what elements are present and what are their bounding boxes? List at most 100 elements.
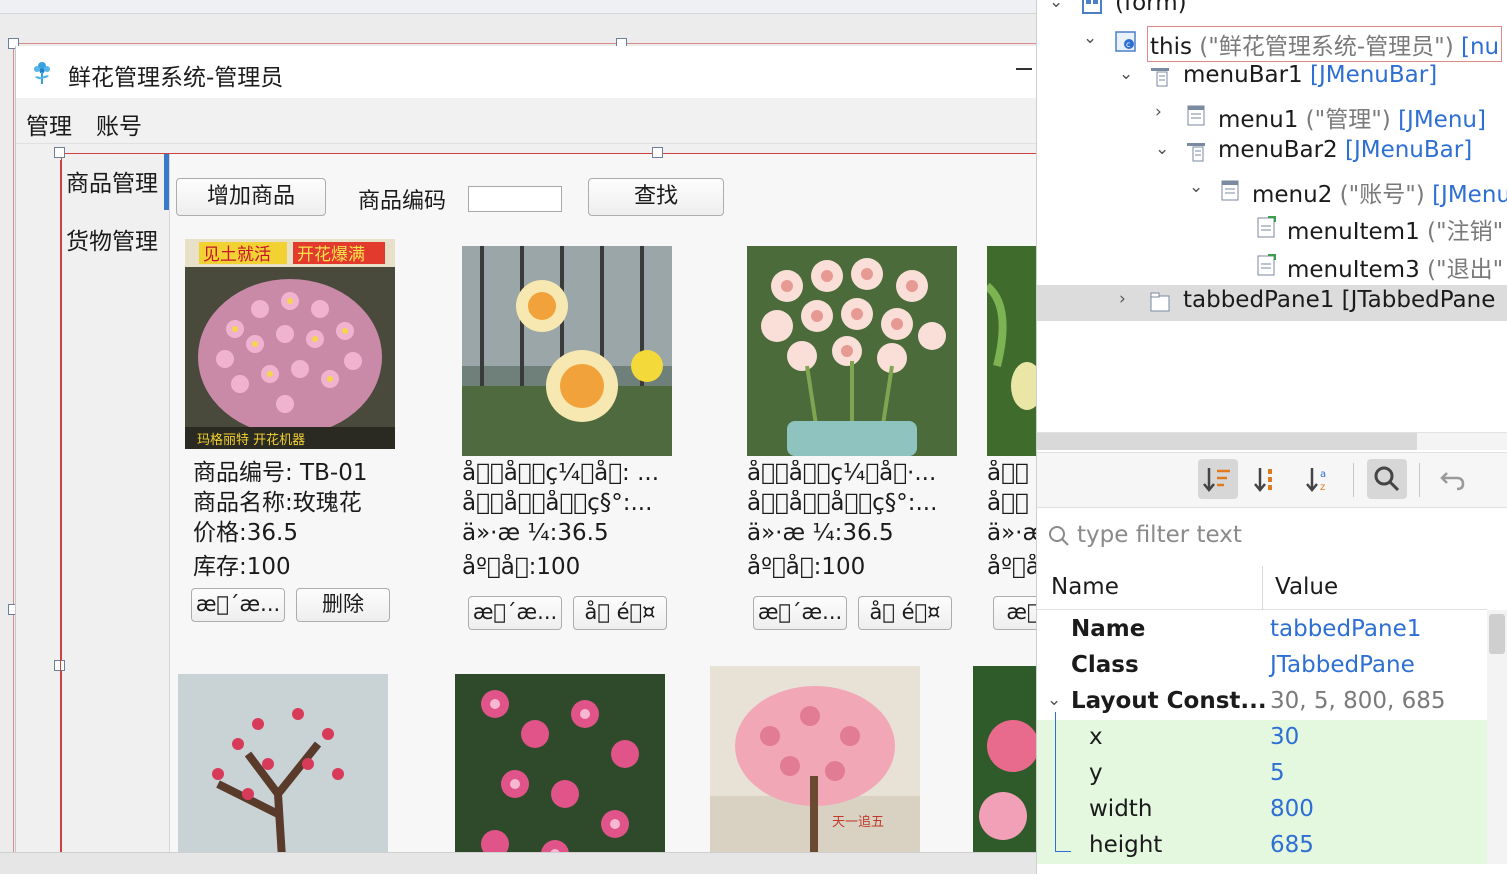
app-window: 鲜花管理系统-管理员 管理 账号 商品管理 货物管理 增加商品 商品编码 查找 … bbox=[15, 46, 1036, 874]
search-button[interactable]: 查找 bbox=[588, 178, 724, 216]
product-name-text: å  å  å  ç§°:... bbox=[747, 490, 938, 516]
selection-guide bbox=[60, 160, 61, 874]
tree-label: menu2 ("账号") [JMenu bbox=[1252, 175, 1507, 209]
tree-name: menuItem1 bbox=[1287, 219, 1420, 245]
tree-row-menu2[interactable]: ⌄ menu2 ("账号") [JMenu bbox=[1037, 173, 1507, 209]
canvas-horizontal-scrollbar[interactable] bbox=[0, 852, 1036, 874]
svg-text:c: c bbox=[1126, 40, 1130, 49]
column-header-name[interactable]: Name bbox=[1051, 574, 1119, 600]
product-photo bbox=[178, 674, 388, 874]
tab-stock-management[interactable]: 货物管理 bbox=[66, 222, 158, 256]
property-row[interactable]: Class JTabbedPane bbox=[1037, 648, 1487, 684]
delete-product-button[interactable]: å  é ¤ bbox=[573, 596, 667, 630]
product-photo bbox=[973, 666, 1036, 874]
filter-input[interactable]: type filter text bbox=[1077, 522, 1242, 548]
property-row[interactable]: height 685 bbox=[1037, 828, 1487, 864]
property-value[interactable]: 685 bbox=[1270, 832, 1314, 858]
resize-handle[interactable] bbox=[54, 147, 65, 158]
search-properties-button[interactable] bbox=[1367, 459, 1407, 499]
group-guide-end bbox=[1055, 851, 1071, 852]
restore-default-button[interactable] bbox=[1433, 459, 1473, 499]
tree-row-menuitem3[interactable]: menuItem3 ("退出" bbox=[1037, 248, 1507, 284]
property-value[interactable]: JTabbedPane bbox=[1270, 652, 1415, 678]
property-value[interactable]: 30 bbox=[1270, 724, 1299, 750]
product-name-text: å   bbox=[987, 490, 1029, 516]
tree-label: menuBar2 [JMenuBar] bbox=[1218, 137, 1472, 163]
menu-manage[interactable]: 管理 bbox=[26, 107, 72, 141]
menu-account[interactable]: 账号 bbox=[96, 107, 142, 141]
product-price-text: ä»·æ ¼:36.5 bbox=[462, 520, 609, 546]
edit-product-button[interactable]: æ ´æ... bbox=[191, 588, 285, 622]
tree-name: menu1 bbox=[1218, 107, 1299, 133]
sort-icon bbox=[1203, 468, 1230, 492]
edit-product-button[interactable]: æ ´æ... bbox=[468, 596, 562, 630]
menubar-icon bbox=[1151, 68, 1169, 87]
tree-row-form[interactable]: ⌄ (form) bbox=[1037, 0, 1507, 24]
column-separator[interactable] bbox=[1262, 566, 1263, 610]
scrollbar-thumb[interactable] bbox=[1489, 614, 1505, 654]
edit-product-button[interactable]: æ  bbox=[993, 596, 1036, 630]
minimize-button[interactable] bbox=[1016, 68, 1032, 70]
menubar-icon bbox=[1187, 143, 1205, 162]
sort-alpha-button[interactable]: az bbox=[1301, 459, 1341, 499]
properties-header: Name Value bbox=[1037, 566, 1487, 610]
window-titlebar: 鲜花管理系统-管理员 bbox=[16, 46, 1036, 98]
property-value[interactable]: 5 bbox=[1270, 760, 1285, 786]
tree-meta: ("账号") bbox=[1332, 182, 1425, 208]
tree-row-menuitem1[interactable]: menuItem1 ("注销" bbox=[1037, 210, 1507, 246]
tree-type: [JTabbedPane bbox=[1334, 287, 1496, 313]
search-icon bbox=[1049, 526, 1069, 546]
menu-icon bbox=[1187, 105, 1205, 126]
product-code-input[interactable] bbox=[468, 186, 562, 212]
tree-row-menu1[interactable]: › menu1 ("管理") [JMenu] bbox=[1037, 98, 1507, 134]
property-value[interactable]: 800 bbox=[1270, 796, 1314, 822]
tab-goods-management[interactable]: 商品管理 bbox=[66, 164, 158, 198]
product-stock-text: åº å­ :100 bbox=[747, 554, 866, 580]
tree-type: [JMenu] bbox=[1390, 107, 1486, 133]
tree-row-tabbedpane1[interactable]: › tabbedPane1 [JTabbedPane bbox=[1037, 285, 1507, 321]
sort-button[interactable] bbox=[1249, 459, 1289, 499]
product-price-text: ä»·æ ¼:36.5 bbox=[747, 520, 894, 546]
tree-name: menuItem3 bbox=[1287, 257, 1420, 283]
property-row[interactable]: y 5 bbox=[1037, 756, 1487, 792]
design-canvas[interactable]: 鲜花管理系统-管理员 管理 账号 商品管理 货物管理 增加商品 商品编码 查找 … bbox=[0, 0, 1036, 874]
sort-icon bbox=[1254, 468, 1272, 492]
tree-type: [nu bbox=[1453, 34, 1500, 60]
svg-text:z: z bbox=[1320, 482, 1325, 493]
edit-product-button[interactable]: æ ´æ... bbox=[753, 596, 847, 630]
tree-row-this[interactable]: ⌄ c this ("鲜花管理系统-管理员") [nu bbox=[1037, 24, 1507, 62]
column-header-value[interactable]: Value bbox=[1275, 574, 1338, 600]
toolbar-separator bbox=[1353, 463, 1354, 497]
delete-product-button[interactable]: å  é ¤ bbox=[858, 596, 952, 630]
product-name-text: 商品名称:玫瑰花 bbox=[193, 490, 362, 516]
product-price-text: 价格:36.5 bbox=[193, 520, 298, 546]
product-code-text: å  å  ç¼ å : ... bbox=[462, 460, 660, 486]
menuitem-icon bbox=[1257, 254, 1276, 276]
tree-row-menubar2[interactable]: ⌄ menuBar2 [JMenuBar] bbox=[1037, 135, 1507, 171]
property-row[interactable]: width 800 bbox=[1037, 792, 1487, 828]
tree-row-menubar1[interactable]: ⌄ menuBar1 [JMenuBar] bbox=[1037, 60, 1507, 96]
property-filter[interactable]: type filter text bbox=[1037, 510, 1507, 562]
active-tab-indicator bbox=[164, 154, 169, 210]
delete-product-button[interactable]: 删除 bbox=[296, 588, 390, 622]
scrollbar-thumb[interactable] bbox=[1037, 433, 1417, 450]
window-content: 商品管理 货物管理 增加商品 商品编码 查找 见土就活 开花爆满 玛格丽特 开花… bbox=[16, 144, 1036, 874]
property-value[interactable]: tabbedPane1 bbox=[1270, 616, 1421, 642]
tree-label: menuItem3 ("退出" bbox=[1287, 250, 1503, 284]
sort-categorized-button[interactable] bbox=[1198, 459, 1238, 499]
properties-vertical-scrollbar[interactable] bbox=[1487, 610, 1507, 864]
property-row[interactable]: ⌄ Layout Const... 30, 5, 800, 685 bbox=[1037, 684, 1487, 720]
property-row[interactable]: Name tabbedPane1 bbox=[1037, 612, 1487, 648]
sort-alpha-icon: az bbox=[1306, 468, 1326, 493]
property-row[interactable]: x 30 bbox=[1037, 720, 1487, 756]
window-title: 鲜花管理系统-管理员 bbox=[68, 65, 284, 91]
add-product-button[interactable]: 增加商品 bbox=[176, 178, 326, 216]
tree-meta: ("管理") bbox=[1298, 107, 1391, 133]
tab-strip: 商品管理 货物管理 bbox=[63, 154, 170, 866]
chevron-down-icon[interactable]: ⌄ bbox=[1047, 690, 1061, 710]
tree-horizontal-scrollbar[interactable] bbox=[1037, 432, 1507, 450]
property-name: Layout Const... bbox=[1071, 688, 1267, 714]
resize-handle[interactable] bbox=[652, 147, 663, 158]
tree-label: tabbedPane1 [JTabbedPane bbox=[1183, 287, 1495, 313]
property-value[interactable]: 30, 5, 800, 685 bbox=[1270, 688, 1446, 714]
